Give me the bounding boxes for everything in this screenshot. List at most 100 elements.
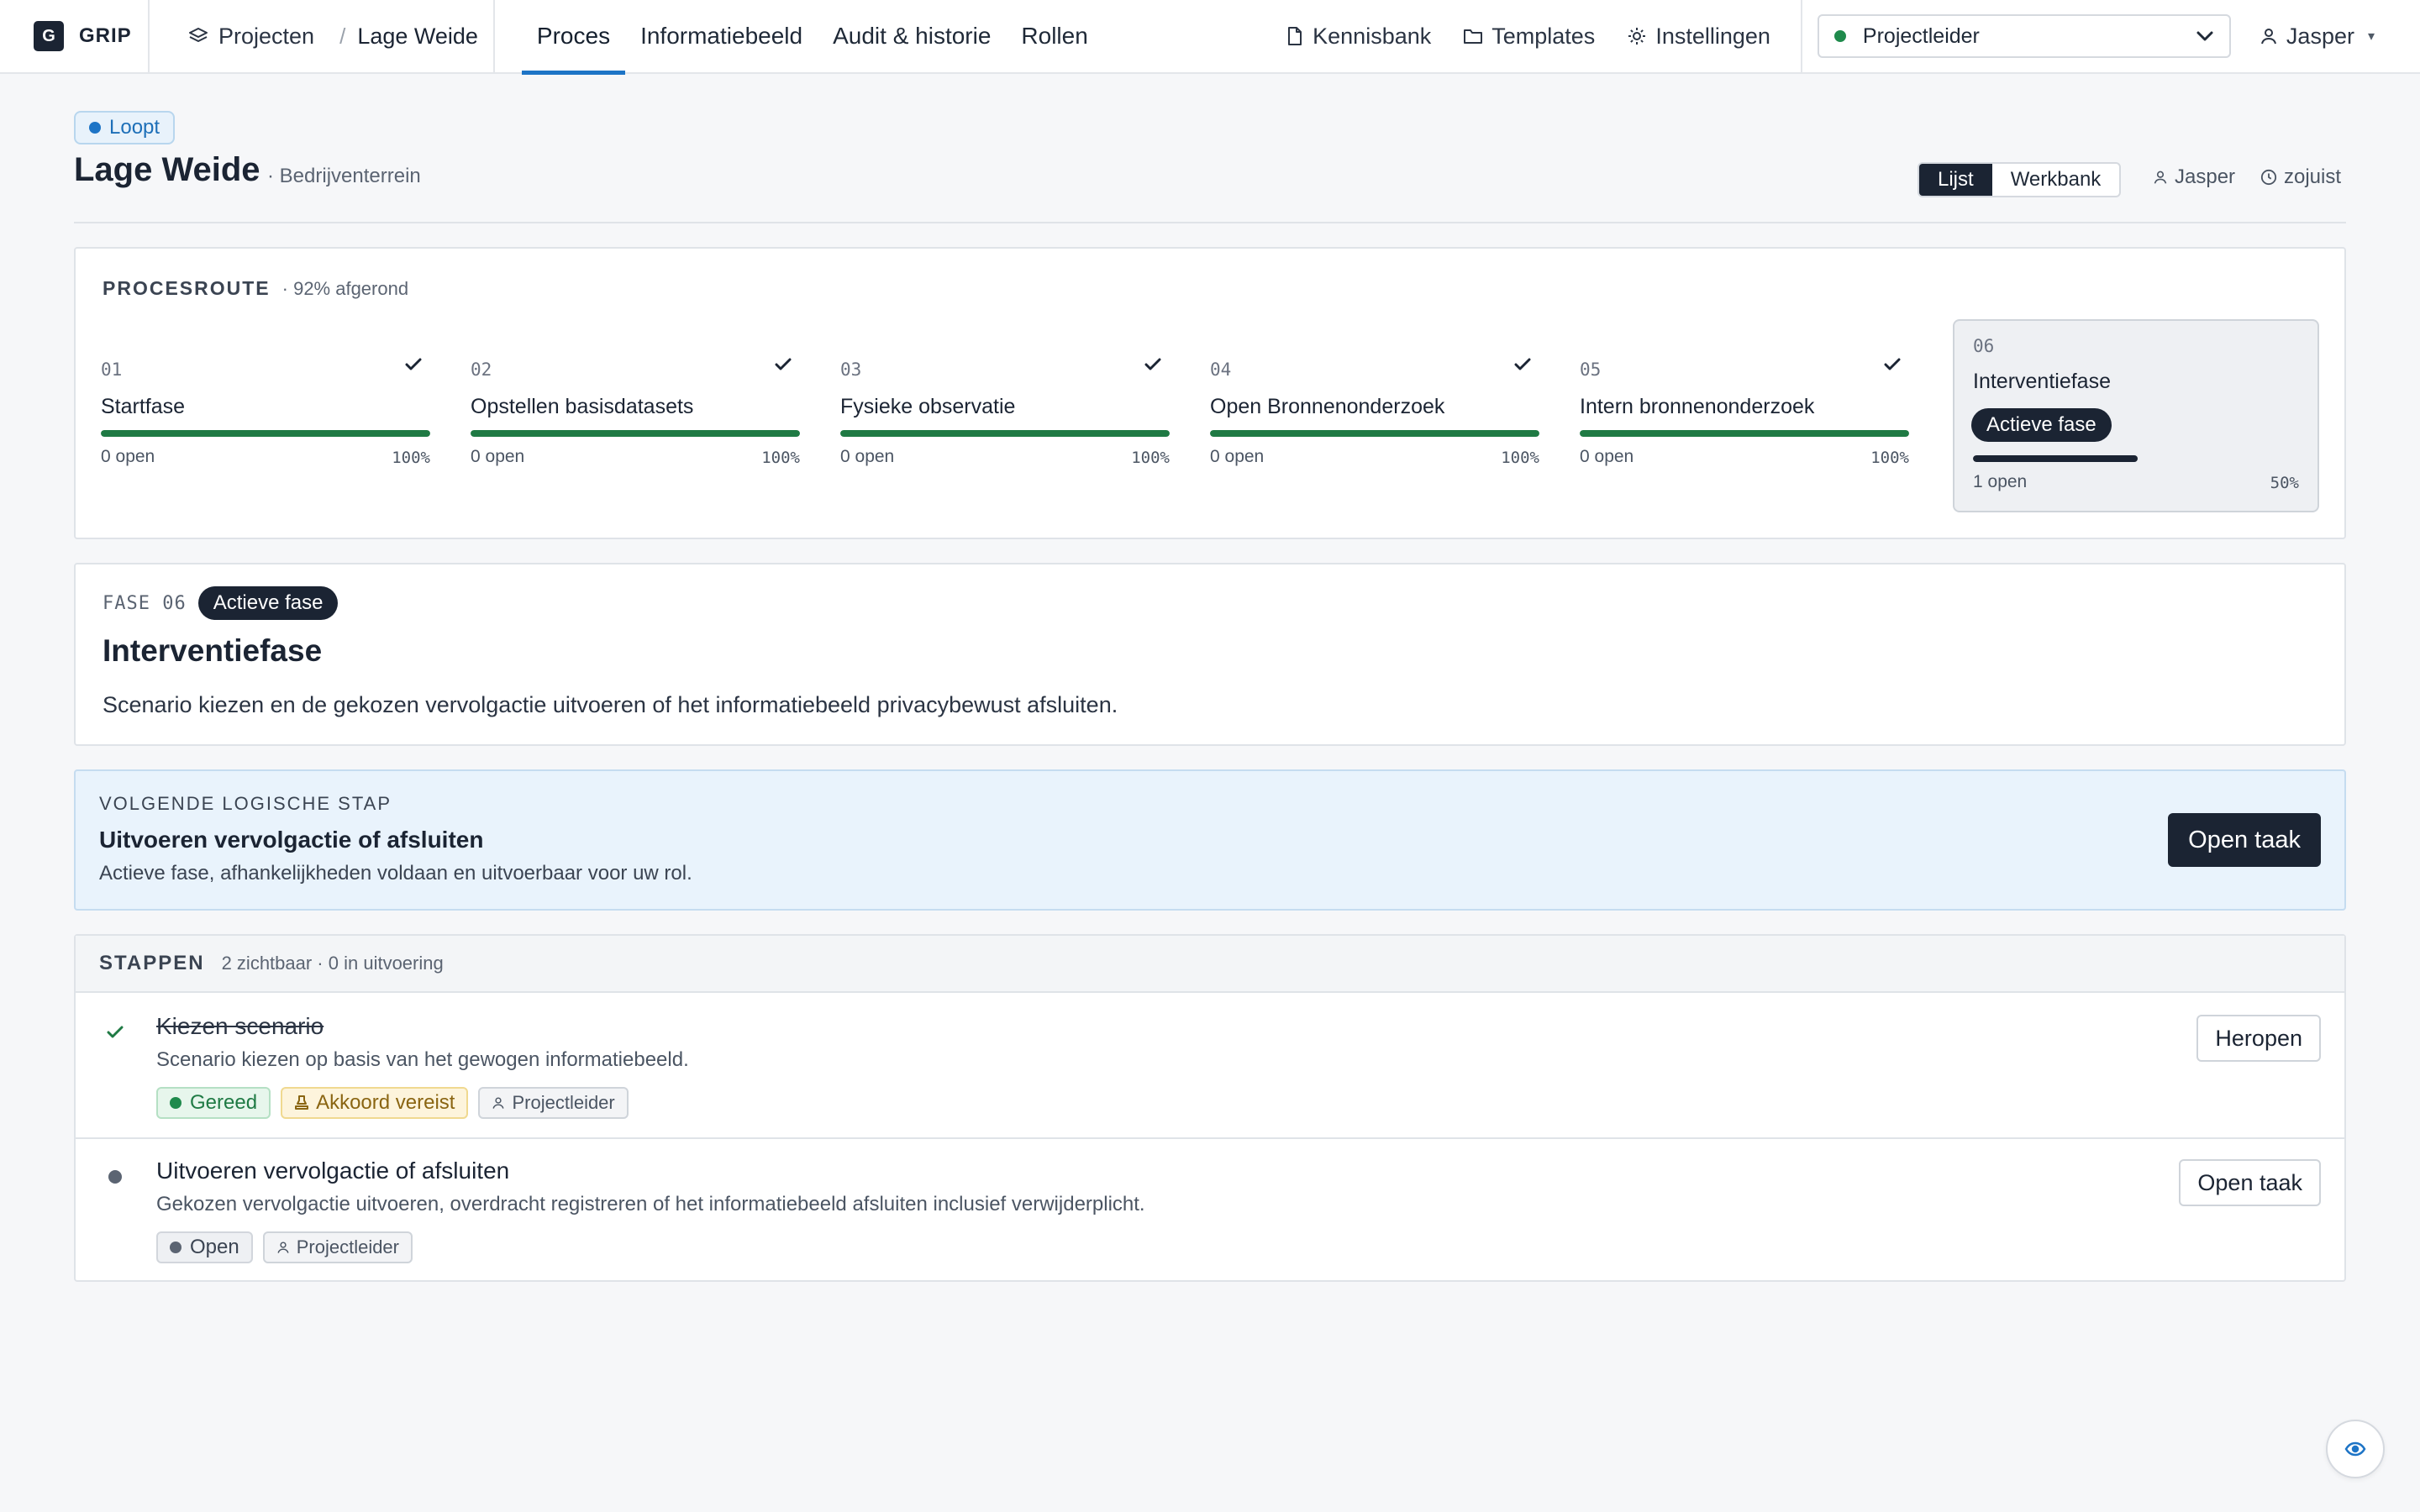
bullet-icon xyxy=(108,1170,122,1184)
phase-progress-fill xyxy=(471,430,800,437)
instellingen-link[interactable]: Instellingen xyxy=(1627,24,1770,50)
header-divider xyxy=(74,222,2346,223)
phase-number: 01 xyxy=(101,360,123,380)
reopen-button[interactable]: Heropen xyxy=(2196,1015,2321,1062)
tab-informatiebeeld[interactable]: Informatiebeeld xyxy=(625,0,818,73)
phase-detail-card: FASE 06 Actieve fase Interventiefase Sce… xyxy=(74,563,2346,746)
breadcrumb-separator: / xyxy=(339,23,346,49)
phase-progress-bar xyxy=(840,430,1170,437)
phase-detail-label: FASE 06 xyxy=(103,593,187,614)
phase-name: Opstellen basisdatasets xyxy=(471,395,694,418)
brand[interactable]: G GRIP xyxy=(0,0,150,73)
breadcrumb-projects-label: Projecten xyxy=(218,23,315,49)
breadcrumb-current-project[interactable]: Lage Weide xyxy=(357,24,478,50)
check-icon xyxy=(775,358,792,370)
user-icon xyxy=(2154,171,2167,184)
project-status-badge: Loopt xyxy=(74,111,176,144)
check-icon xyxy=(107,1026,124,1038)
step-row: Kiezen scenario Scenario kiezen op basis… xyxy=(76,995,2344,1139)
page-title: Lage Weide xyxy=(74,151,260,188)
role-badge: Projectleider xyxy=(478,1087,629,1119)
phase-step-05[interactable]: 05 Intern bronnenonderzoek 0 open 100% xyxy=(1561,324,1928,514)
tab-audit-historie[interactable]: Audit & historie xyxy=(818,0,1006,73)
brand-name: GRIP xyxy=(79,24,132,47)
phase-progress-fill xyxy=(1580,430,1909,437)
step-title: Uitvoeren vervolgactie of afsluiten xyxy=(156,1158,510,1184)
breadcrumb-projects-link[interactable]: Projecten xyxy=(188,24,314,50)
clock-icon xyxy=(2260,169,2277,186)
phase-detail-description: Scenario kiezen en de gekozen vervolgact… xyxy=(103,692,1118,717)
kennisbank-link[interactable]: Kennisbank xyxy=(1286,24,1431,50)
tab-proces[interactable]: Proces xyxy=(521,0,626,75)
phase-step-06-active[interactable]: 06 Interventiefase Actieve fase 1 open 5… xyxy=(1953,319,2319,512)
tab-rollen[interactable]: Rollen xyxy=(1006,0,1102,73)
eye-icon xyxy=(2344,1441,2366,1457)
check-icon xyxy=(1514,358,1531,370)
phase-progress-fill xyxy=(1210,430,1539,437)
phase-step-02[interactable]: 02 Opstellen basisdatasets 0 open 100% xyxy=(452,324,818,514)
phase-open-count: 0 open xyxy=(471,447,525,466)
step-tags: Gereed Akkoord vereist Projectleider xyxy=(156,1087,639,1119)
phase-name: Fysieke observatie xyxy=(840,395,1016,418)
phase-progress-bar xyxy=(471,430,800,437)
phase-detail-number: 06 xyxy=(162,592,187,614)
phase-open-count: 0 open xyxy=(1210,447,1265,466)
phase-number: 05 xyxy=(1580,360,1602,380)
open-task-button[interactable]: Open taak xyxy=(2179,1159,2321,1206)
user-menu[interactable]: Jasper ▾ xyxy=(2260,24,2375,50)
phase-percentage: 100% xyxy=(392,449,430,467)
status-badge: Gereed xyxy=(156,1087,271,1119)
phase-percentage: 100% xyxy=(761,449,800,467)
step-row: Uitvoeren vervolgactie of afsluiten Geko… xyxy=(76,1139,2344,1284)
approval-badge-label: Akkoord vereist xyxy=(316,1091,455,1114)
view-werkbank-button[interactable]: Werkbank xyxy=(1992,164,2120,196)
preview-toggle-button[interactable] xyxy=(2326,1420,2385,1478)
phase-open-count: 0 open xyxy=(101,447,155,466)
instellingen-label: Instellingen xyxy=(1655,23,1770,49)
phase-open-count: 1 open xyxy=(1973,472,2028,491)
role-select[interactable]: Projectleider xyxy=(1817,14,2231,58)
status-dot xyxy=(170,1242,182,1253)
step-description: Gekozen vervolgactie uitvoeren, overdrac… xyxy=(156,1193,1145,1215)
caret-down-icon: ▾ xyxy=(2367,29,2375,44)
phase-step-03[interactable]: 03 Fysieke observatie 0 open 100% xyxy=(822,324,1188,514)
process-route-card: PROCESROUTE · 92% afgerond 01 Startfase … xyxy=(74,247,2346,539)
open-task-button[interactable]: Open taak xyxy=(2168,813,2321,867)
layers-icon xyxy=(189,28,208,42)
phase-number: 06 xyxy=(1973,336,1995,356)
phase-step-04[interactable]: 04 Open Bronnenonderzoek 0 open 100% xyxy=(1192,324,1558,514)
phase-progress-bar xyxy=(1210,430,1539,437)
top-navigation-bar: G GRIP Projecten / Lage Weide Proces Inf… xyxy=(0,0,2420,75)
phase-step-01[interactable]: 01 Startfase 0 open 100% xyxy=(82,324,449,514)
process-route-label: PROCESROUTE xyxy=(103,277,271,299)
phase-progress-bar xyxy=(1580,430,1909,437)
last-edited-time-label: zojuist xyxy=(2284,165,2342,188)
user-icon xyxy=(492,1097,504,1109)
view-lijst-button[interactable]: Lijst xyxy=(1919,164,1992,196)
stamp-icon xyxy=(295,1095,309,1110)
document-icon xyxy=(1288,27,1302,45)
phase-number: 03 xyxy=(840,360,862,380)
phase-number: 02 xyxy=(471,360,492,380)
steps-card: STAPPEN 2 zichtbaar · 0 in uitvoering Ki… xyxy=(74,934,2346,1282)
step-title: Kiezen scenario xyxy=(156,1013,324,1039)
utility-links: Kennisbank Templates Instellingen xyxy=(1254,0,1802,73)
last-edited-time: zojuist xyxy=(2260,165,2341,189)
templates-label: Templates xyxy=(1491,23,1596,49)
project-status-label: Loopt xyxy=(109,116,160,139)
next-step-label: VOLGENDE LOGISCHE STAP xyxy=(99,793,392,814)
phase-progress-bar xyxy=(101,430,430,437)
phase-percentage: 100% xyxy=(1131,449,1170,467)
status-badge-label: Open xyxy=(190,1236,239,1258)
phase-percentage: 100% xyxy=(1870,449,1909,467)
approval-badge: Akkoord vereist xyxy=(281,1087,469,1119)
user-name: Jasper xyxy=(2286,23,2354,49)
templates-link[interactable]: Templates xyxy=(1463,24,1595,50)
phase-percentage: 100% xyxy=(1501,449,1539,467)
phase-open-count: 0 open xyxy=(1580,447,1634,466)
gear-icon xyxy=(1628,28,1646,45)
phase-progress-fill xyxy=(840,430,1170,437)
active-phase-badge: Actieve fase xyxy=(1971,408,2112,442)
page-subtitle: · Bedrijventerrein xyxy=(267,165,421,187)
steps-label: STAPPEN xyxy=(99,952,205,974)
